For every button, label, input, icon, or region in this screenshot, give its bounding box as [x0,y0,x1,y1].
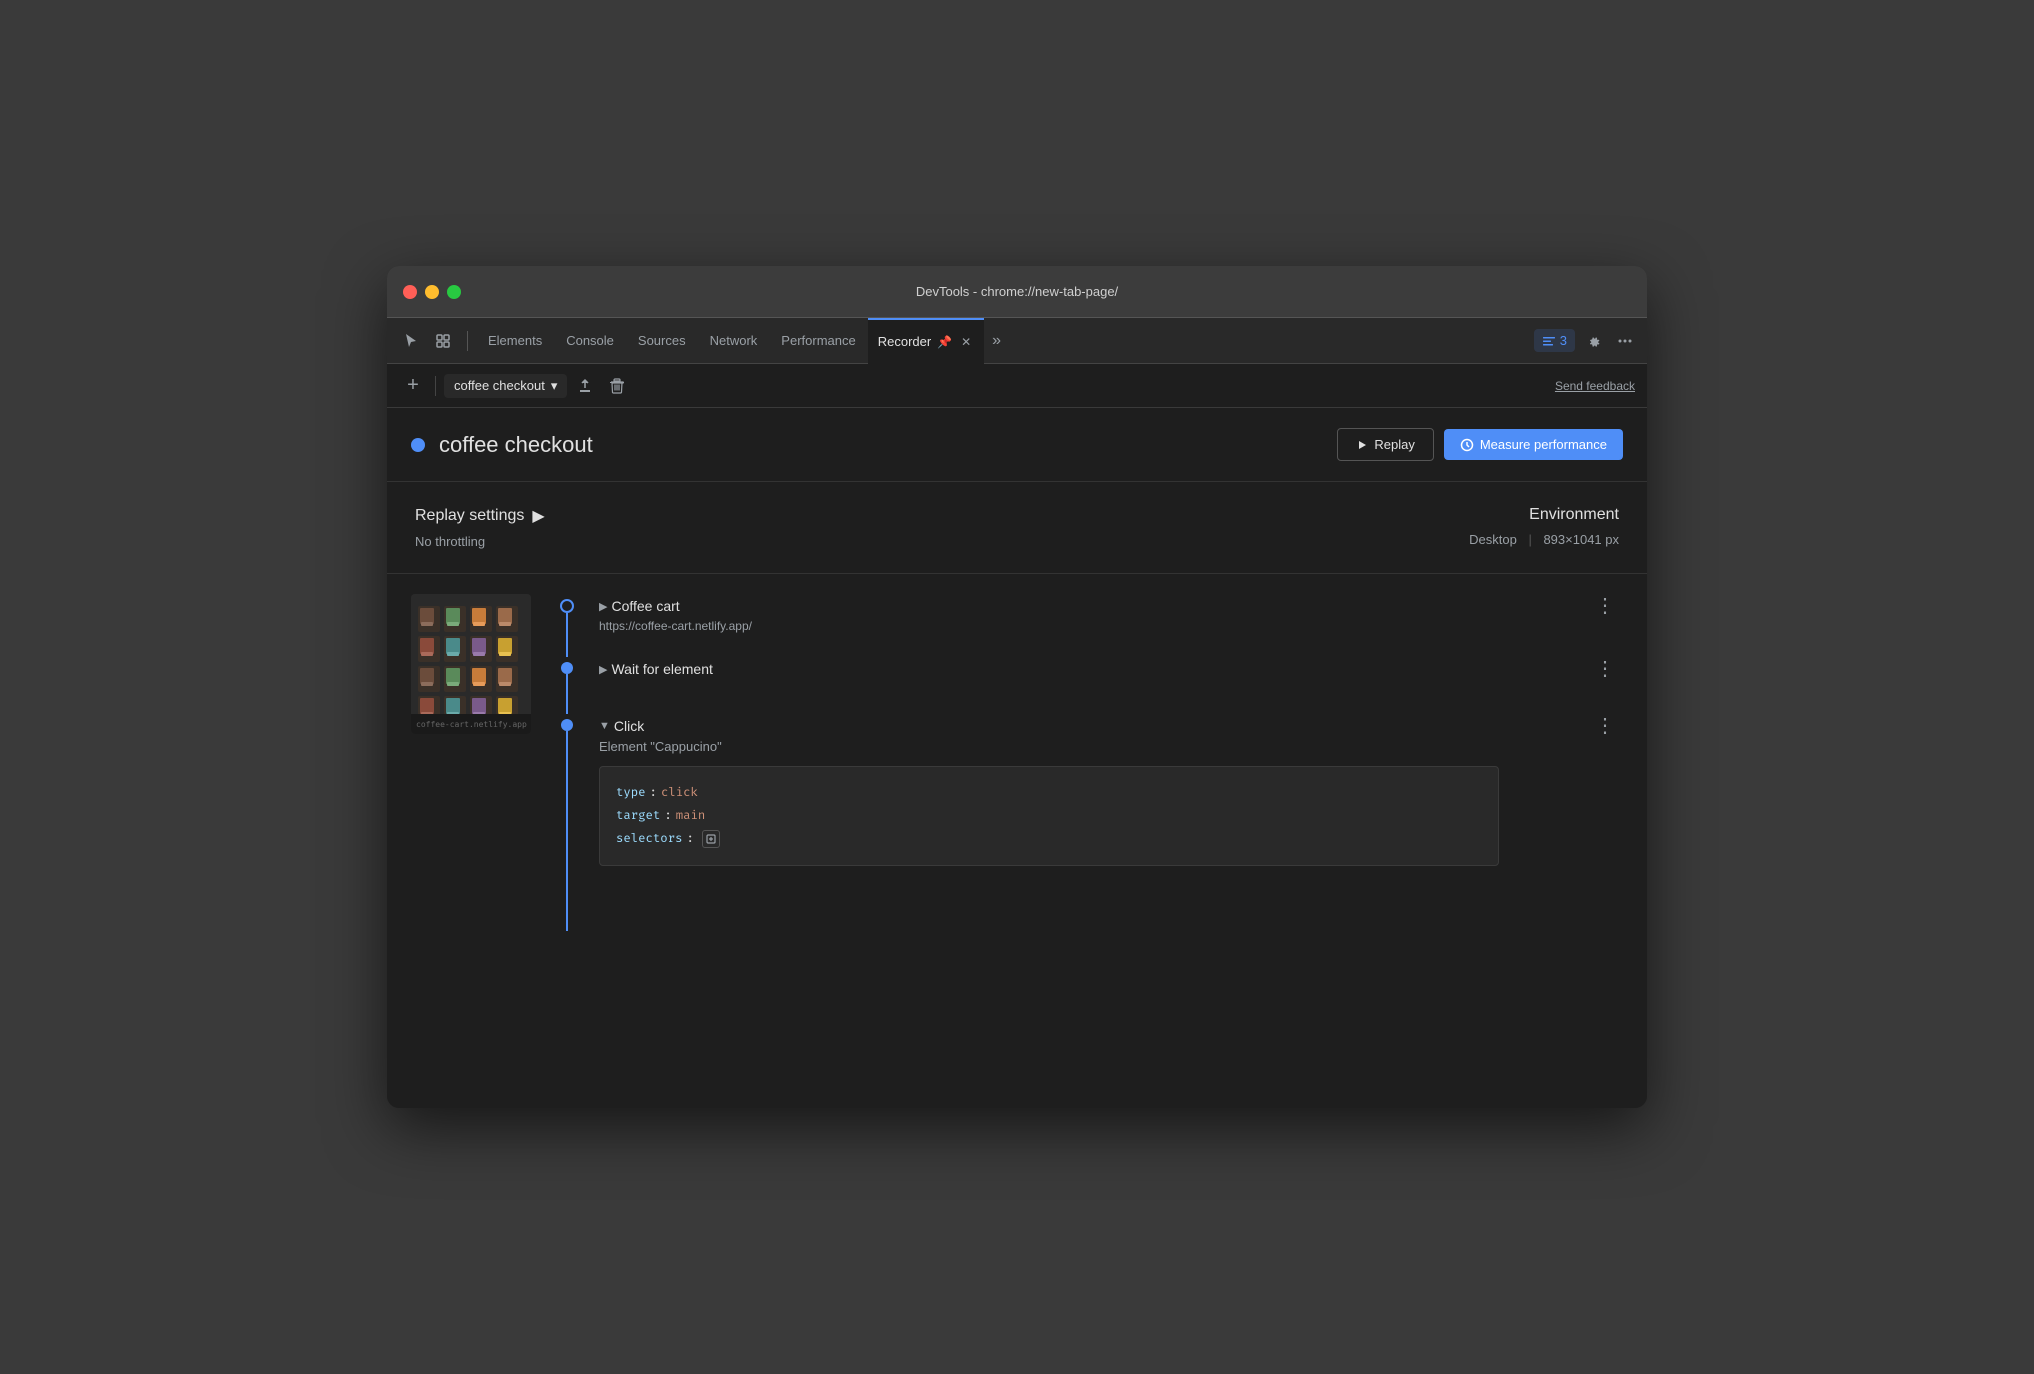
step-header-3[interactable]: ▼ Click ⋮ [599,716,1623,736]
traffic-lights [403,285,461,299]
toolbar-separator [435,376,436,396]
window-title: DevTools - chrome://new-tab-page/ [916,284,1118,299]
timeline-column-3 [547,714,587,931]
replay-play-icon [1356,439,1368,451]
steps-area: coffee-cart.netlify.app ▶ Co [387,574,1647,951]
settings-left: Replay settings ▶ No throttling [415,506,1469,549]
replay-button[interactable]: Replay [1337,428,1433,461]
tab-bar: Elements Console Sources Network Perform… [387,318,1647,364]
replay-settings-title[interactable]: Replay settings ▶ [415,506,1469,526]
settings-expand-icon: ▶ [532,506,544,526]
step-line-3 [566,731,568,931]
inspect-icon[interactable] [427,325,459,357]
step-dot-3 [561,719,573,731]
recording-header: coffee checkout Replay Measure performan… [387,408,1647,482]
step-name-3: Click [614,718,644,734]
recording-title: coffee checkout [439,432,1337,458]
step-header-1[interactable]: ▶ Coffee cart ⋮ [599,596,1623,616]
replay-settings-section: Replay settings ▶ No throttling Environm… [387,482,1647,574]
close-button[interactable] [403,285,417,299]
tab-console[interactable]: Console [554,318,626,364]
pin-icon: 📌 [937,335,952,349]
recording-indicator [411,438,425,452]
step-wait-for-element: ▶ Wait for element ⋮ [547,657,1623,714]
step-menu-1[interactable]: ⋮ [1587,596,1623,616]
devtools-window: DevTools - chrome://new-tab-page/ Elemen… [387,266,1647,1108]
console-badge-button[interactable]: 3 [1534,329,1575,352]
tab-bar-right: 3 [1534,327,1639,355]
send-feedback-link[interactable]: Send feedback [1555,379,1635,393]
step-body-1: ▶ Coffee cart ⋮ https://coffee-cart.netl… [587,594,1623,657]
step-header-2[interactable]: ▶ Wait for element ⋮ [599,659,1623,679]
step-line-1 [566,613,568,657]
step-line-2 [566,674,568,714]
step-menu-2[interactable]: ⋮ [1587,659,1623,679]
step-name-2: Wait for element [611,661,712,677]
step-collapse-icon-3: ▼ [599,720,610,732]
cursor-icon[interactable] [395,325,427,357]
step-click: ▼ Click ⋮ Element "Cappucino" type : cli… [547,714,1623,931]
step-menu-3[interactable]: ⋮ [1587,716,1623,736]
title-bar: DevTools - chrome://new-tab-page/ [387,266,1647,318]
code-line-type: type : click [616,783,1482,802]
step-name-1: Coffee cart [611,598,679,614]
tab-network[interactable]: Network [698,318,770,364]
recording-selector-name: coffee checkout [454,378,545,393]
measure-performance-button[interactable]: Measure performance [1444,429,1623,460]
step-expand-icon-2: ▶ [599,663,607,676]
main-content: coffee checkout Replay Measure performan… [387,408,1647,1108]
code-type-value: click [661,783,698,802]
tab-separator-1 [467,331,468,351]
code-line-target: target : main [616,806,1482,825]
environment-value: Desktop | 893×1041 px [1469,532,1619,547]
dropdown-icon: ▾ [551,378,558,394]
badge-count: 3 [1560,333,1567,348]
code-line-selectors: selectors : [616,829,1482,848]
step-detail-3: Element "Cappucino" [599,739,1623,754]
more-options-icon[interactable] [1611,327,1639,355]
code-type-key: type [616,783,646,802]
step-expand-icon-1: ▶ [599,600,607,613]
throttling-value: No throttling [415,534,1469,549]
timeline-column-2 [547,657,587,714]
tab-elements[interactable]: Elements [476,318,554,364]
tab-performance[interactable]: Performance [769,318,867,364]
step-dot-2 [561,662,573,674]
add-recording-button[interactable]: + [399,372,427,400]
step-body-2: ▶ Wait for element ⋮ [587,657,1623,714]
minimize-button[interactable] [425,285,439,299]
recorder-toolbar: + coffee checkout ▾ Send feedback [387,364,1647,408]
thumbnail-area: coffee-cart.netlify.app [387,594,547,931]
svg-text:coffee-cart.netlify.app: coffee-cart.netlify.app [416,720,527,729]
step-coffee-cart: ▶ Coffee cart ⋮ https://coffee-cart.netl… [547,594,1623,657]
settings-icon[interactable] [1579,327,1607,355]
fullscreen-button[interactable] [447,285,461,299]
code-selectors-key: selectors [616,829,682,848]
code-target-key: target [616,806,660,825]
export-button[interactable] [571,372,599,400]
selector-picker-button[interactable] [702,830,720,848]
thumbnail-image: coffee-cart.netlify.app [411,594,531,734]
toolbar-right: Send feedback [1555,377,1635,395]
environment-title: Environment [1469,506,1619,524]
step-url-1: https://coffee-cart.netlify.app/ [599,619,1623,633]
step-dot-1 [560,599,574,613]
recording-selector[interactable]: coffee checkout ▾ [444,374,567,398]
code-block: type : click target : main selectors [599,766,1499,866]
tab-recorder[interactable]: Recorder 📌 ✕ [868,318,984,364]
recorder-label: Recorder [878,334,931,349]
measure-icon [1460,438,1474,452]
delete-button[interactable] [603,372,631,400]
steps-content: ▶ Coffee cart ⋮ https://coffee-cart.netl… [547,594,1647,931]
tab-close-button[interactable]: ✕ [958,334,974,350]
timeline-column [547,594,587,657]
more-tabs-button[interactable]: » [984,318,1009,364]
tab-sources[interactable]: Sources [626,318,698,364]
settings-right: Environment Desktop | 893×1041 px [1469,506,1619,547]
recording-thumbnail: coffee-cart.netlify.app [411,594,531,734]
code-target-value: main [676,806,706,825]
step-body-3: ▼ Click ⋮ Element "Cappucino" type : cli… [587,714,1623,931]
